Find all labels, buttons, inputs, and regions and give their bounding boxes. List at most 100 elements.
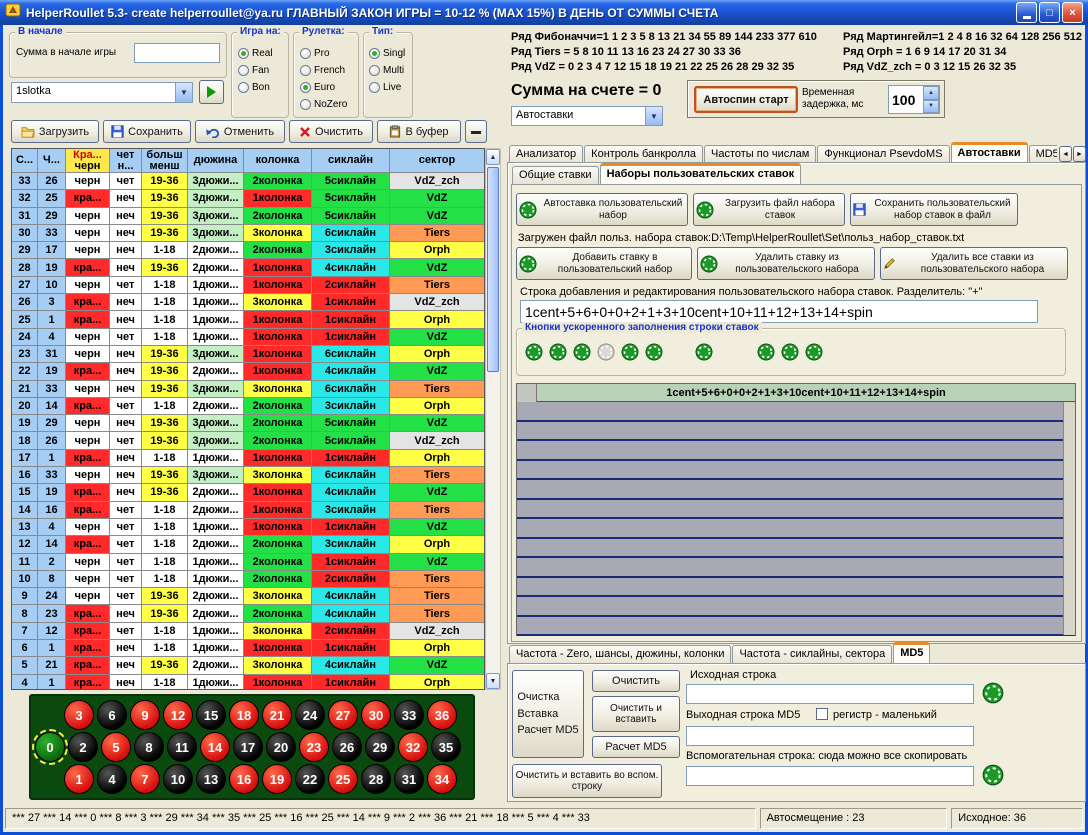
table-row[interactable]: 2133черннеч19-363дюжи...3колонка6сиклайн… — [12, 381, 484, 398]
md5-clear-paste-helper-button[interactable]: Очистить и вставить во вспом. строку — [512, 764, 662, 798]
bet-string-input[interactable] — [520, 300, 1038, 323]
chevron-down-icon[interactable]: ▼ — [645, 107, 662, 125]
bet-list-row[interactable] — [517, 597, 1075, 617]
table-row[interactable]: 924чернчет19-362дюжи...3колонка4сиклайнT… — [12, 588, 484, 605]
board-number-20[interactable]: 20 — [266, 732, 296, 762]
md5-multi-button[interactable]: Очистка Вставка Расчет MD5 — [512, 670, 584, 758]
board-number-29[interactable]: 29 — [365, 732, 395, 762]
md5-calc-button[interactable]: Расчет MD5 — [592, 736, 680, 758]
bet-list-row[interactable] — [517, 519, 1075, 539]
clear-button[interactable]: Очистить — [289, 120, 373, 143]
board-number-10[interactable]: 10 — [163, 764, 193, 794]
board-number-34[interactable]: 34 — [427, 764, 457, 794]
table-row[interactable]: 1633черннеч19-363дюжи...3колонка6сиклайн… — [12, 467, 484, 484]
radio-option-french[interactable]: French — [300, 62, 347, 79]
table-row[interactable]: 1416кра...чет1-182дюжи...1колонка3сиклай… — [12, 502, 484, 519]
board-number-11[interactable]: 11 — [167, 732, 197, 762]
tab-частота-zero-шансы-дюжины-колонки[interactable]: Частота - Zero, шансы, дюжины, колонки — [509, 645, 731, 663]
radio-option-real[interactable]: Real — [238, 45, 273, 62]
start-sum-input[interactable] — [134, 43, 220, 63]
board-number-24[interactable]: 24 — [295, 700, 325, 730]
chip-button[interactable] — [525, 343, 544, 362]
table-row[interactable]: 2219кра...неч19-362дюжи...1колонка4сикла… — [12, 363, 484, 380]
board-number-12[interactable]: 12 — [163, 700, 193, 730]
board-number-0[interactable]: 0 — [35, 732, 65, 762]
spin-down-icon[interactable]: ▼ — [923, 100, 939, 114]
radio-option-pro[interactable]: Pro — [300, 45, 347, 62]
table-row[interactable]: 61кра...неч1-181дюжи...1колонка1сиклайнO… — [12, 640, 484, 657]
save-button[interactable]: Сохранить — [103, 120, 191, 143]
radio-option-bon[interactable]: Bon — [238, 79, 273, 96]
tab-md5[interactable]: MD5 — [893, 642, 930, 663]
bet-list-row[interactable] — [517, 441, 1075, 461]
board-number-18[interactable]: 18 — [229, 700, 259, 730]
board-number-13[interactable]: 13 — [196, 764, 226, 794]
chip-button[interactable] — [549, 343, 568, 362]
radio-icon[interactable] — [300, 99, 311, 110]
table-row[interactable]: 3225кра...неч19-363дюжи...1колонка5сикла… — [12, 190, 484, 207]
bet-list-scrollbar[interactable] — [1063, 402, 1075, 635]
chip-button[interactable] — [781, 343, 800, 362]
scroll-up-icon[interactable]: ▲ — [486, 149, 500, 165]
board-number-3[interactable]: 3 — [64, 700, 94, 730]
md5-output-input[interactable] — [686, 726, 974, 746]
radio-icon[interactable] — [369, 82, 380, 93]
board-number-17[interactable]: 17 — [233, 732, 263, 762]
bet-list-row[interactable] — [517, 539, 1075, 559]
maximize-button[interactable]: □ — [1039, 2, 1060, 23]
table-row[interactable]: 1826чернчет19-363дюжи...2колонка5сиклайн… — [12, 432, 484, 449]
buffer-button[interactable]: В буфер — [377, 120, 461, 143]
table-row[interactable]: 1214кра...чет1-182дюжи...2колонка3сиклай… — [12, 536, 484, 553]
board-number-26[interactable]: 26 — [332, 732, 362, 762]
radio-icon[interactable] — [300, 82, 311, 93]
chip-button[interactable] — [757, 343, 776, 362]
md5-helper-go-button[interactable] — [982, 764, 1004, 786]
add-bet-button[interactable]: Добавить ставку в пользовательский набор — [516, 247, 692, 280]
board-number-9[interactable]: 9 — [130, 700, 160, 730]
table-row[interactable]: 3129черннеч19-363дюжи...2колонка5сиклайн… — [12, 208, 484, 225]
play-button[interactable] — [199, 80, 224, 104]
board-number-28[interactable]: 28 — [361, 764, 391, 794]
board-number-15[interactable]: 15 — [196, 700, 226, 730]
board-number-2[interactable]: 2 — [68, 732, 98, 762]
chip-button[interactable] — [695, 343, 714, 362]
radio-option-singl[interactable]: Singl — [369, 45, 405, 62]
table-row[interactable]: 1929черннеч19-363дюжи...2колонка5сиклайн… — [12, 415, 484, 432]
tab-наборы-пользовательских-ставок[interactable]: Наборы пользовательских ставок — [600, 163, 802, 184]
board-number-30[interactable]: 30 — [361, 700, 391, 730]
register-checkbox[interactable] — [816, 708, 828, 720]
radio-icon[interactable] — [300, 65, 311, 76]
remove-all-bets-button[interactable]: Удалить все ставки из пользовательского … — [880, 247, 1068, 280]
radio-option-live[interactable]: Live — [369, 79, 405, 96]
board-number-31[interactable]: 31 — [394, 764, 424, 794]
chip-button[interactable] — [805, 343, 824, 362]
table-row[interactable]: 171кра...неч1-181дюжи...1колонка1сиклайн… — [12, 450, 484, 467]
autobets-combobox[interactable]: Автоставки ▼ — [511, 106, 663, 126]
board-number-33[interactable]: 33 — [394, 700, 424, 730]
slot-combobox[interactable]: 1slotka ▼ — [11, 82, 193, 103]
board-number-36[interactable]: 36 — [427, 700, 457, 730]
tab-частота-сиклайны-сектора[interactable]: Частота - сиклайны, сектора — [732, 645, 892, 663]
board-number-7[interactable]: 7 — [130, 764, 160, 794]
radio-icon[interactable] — [238, 82, 249, 93]
delay-input[interactable] — [889, 86, 923, 113]
tab-scroll-right-icon[interactable]: ► — [1073, 146, 1086, 162]
radio-option-fan[interactable]: Fan — [238, 62, 273, 79]
tab-функционал-psevdoms[interactable]: Функционал PsevdoMS — [817, 145, 949, 163]
table-row[interactable]: 112чернчет1-181дюжи...2колонка1сиклайнVd… — [12, 554, 484, 571]
table-row[interactable]: 2014кра...чет1-182дюжи...2колонка3сиклай… — [12, 398, 484, 415]
tab-scroll-left-icon[interactable]: ◄ — [1059, 146, 1072, 162]
table-row[interactable]: 134чернчет1-181дюжи...1колонка1сиклайнVd… — [12, 519, 484, 536]
board-number-27[interactable]: 27 — [328, 700, 358, 730]
bet-list-row[interactable] — [517, 422, 1075, 442]
bet-list-row[interactable] — [517, 500, 1075, 520]
table-row[interactable]: 712кра...чет1-181дюжи...3колонка2сиклайн… — [12, 623, 484, 640]
radio-option-nozero[interactable]: NoZero — [300, 96, 347, 113]
table-row[interactable]: 2819кра...неч19-362дюжи...1колонка4сикла… — [12, 259, 484, 276]
bet-list-row[interactable] — [517, 402, 1075, 422]
tab-частоты-по-числам[interactable]: Частоты по числам — [704, 145, 816, 163]
table-row[interactable]: 521кра...неч19-362дюжи...3колонка4сиклай… — [12, 657, 484, 674]
md5-source-go-button[interactable] — [982, 682, 1004, 704]
close-button[interactable]: × — [1062, 2, 1083, 23]
delay-spinner[interactable]: ▲ ▼ — [888, 85, 940, 114]
